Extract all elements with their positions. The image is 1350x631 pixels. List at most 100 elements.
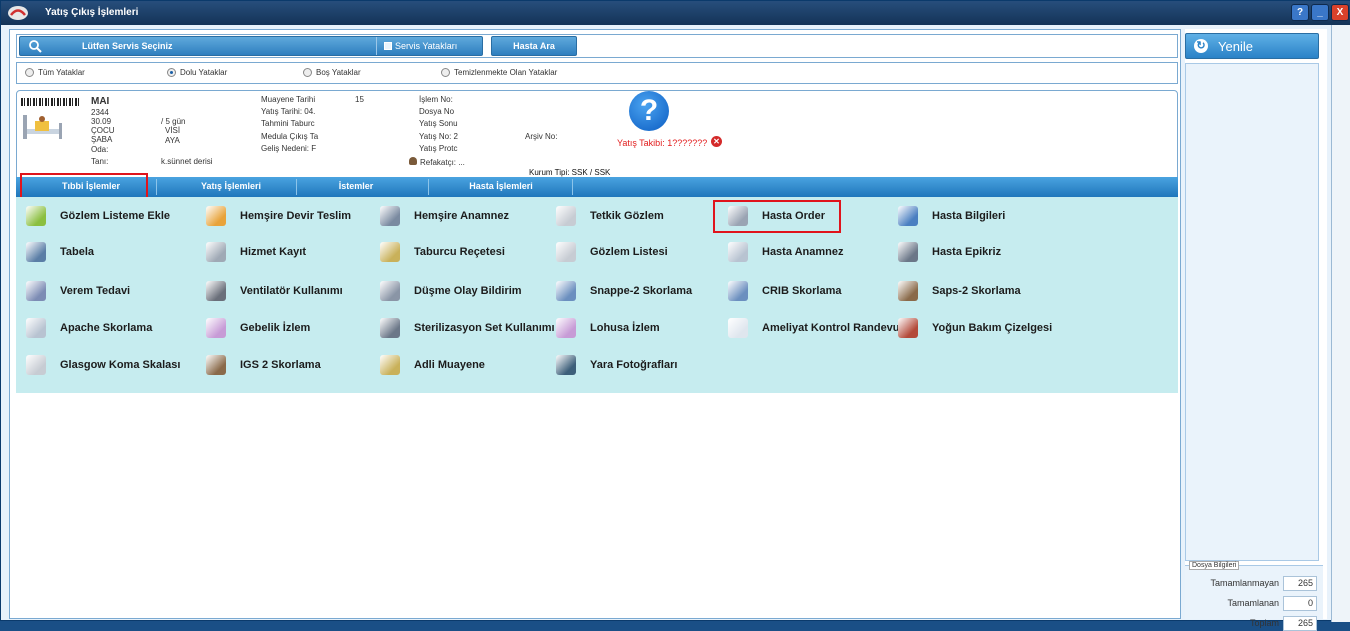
action-sterilizasyon-set-kullan-m-[interactable]: Sterilizasyon Set Kullanımı — [380, 317, 555, 339]
servis-yataklari-label: Servis Yatakları — [395, 41, 458, 51]
action-ventilat-r-kullan-m-[interactable]: Ventilatör Kullanımı — [206, 280, 343, 302]
clock-icon — [728, 318, 748, 338]
radio-temizlenmekte[interactable]: Temizlenmekte Olan Yataklar — [441, 68, 557, 77]
radio-bos-yataklar[interactable]: Boş Yataklar — [303, 68, 361, 77]
service-select-label: Lütfen Servis Seçiniz — [82, 41, 173, 51]
action-tabela[interactable]: Tabela — [26, 241, 94, 263]
action-saps-2-skorlama[interactable]: Saps-2 Skorlama — [898, 280, 1021, 302]
action-label: Hasta Anamnez — [762, 246, 844, 258]
service-select-button[interactable]: Lütfen Servis Seçiniz Servis Yatakları — [19, 36, 483, 56]
tab-istemler[interactable]: İstemler — [316, 181, 396, 191]
tahmini-taburcu-label: Tahmini Taburc — [261, 119, 315, 128]
dosya-bilgileri-title: Dosya Bilgileri — [1189, 561, 1240, 570]
patient-info-icon — [898, 206, 918, 226]
action-label: Lohusa İzlem — [590, 322, 660, 334]
action-hasta-epikriz[interactable]: Hasta Epikriz — [898, 241, 1001, 263]
action-d-me-olay-bildirim[interactable]: Düşme Olay Bildirim — [380, 280, 522, 302]
dosya-row-value: 265 — [1283, 616, 1317, 631]
action-apache-skorlama[interactable]: Apache Skorlama — [26, 317, 152, 339]
person-icon — [409, 157, 417, 165]
close-button[interactable]: X — [1331, 4, 1349, 21]
action-gebelik-i-zlem[interactable]: Gebelik İzlem — [206, 317, 310, 339]
table-icon — [26, 242, 46, 262]
action-hasta-bilgileri[interactable]: Hasta Bilgileri — [898, 205, 1005, 227]
dosya-no-label: Dosya No — [419, 107, 455, 116]
action-hasta-anamnez[interactable]: Hasta Anamnez — [728, 241, 844, 263]
action-glasgow-koma-skalas-[interactable]: Glasgow Koma Skalası — [26, 354, 180, 376]
help-question-icon[interactable]: ? — [629, 91, 669, 131]
yatis-sonu-label: Yatış Sonu — [419, 119, 458, 128]
action-g-zlem-listeme-ekle[interactable]: Gözlem Listeme Ekle — [26, 205, 170, 227]
apache-icon — [26, 318, 46, 338]
action-label: Saps-2 Skorlama — [932, 285, 1021, 297]
action-label: Hasta Epikriz — [932, 246, 1002, 258]
icu-chart-icon — [898, 318, 918, 338]
action-ameliyat-kontrol-randevu[interactable]: Ameliyat Kontrol Randevu — [728, 317, 900, 339]
action-yara-foto-raflar-[interactable]: Yara Fotoğrafları — [556, 354, 677, 376]
window-title: Yatış Çıkış İşlemleri — [45, 7, 139, 18]
radio-label: Boş Yataklar — [316, 68, 361, 77]
radio-icon — [25, 68, 34, 77]
tab-yatis-islemleri[interactable]: Yatış İşlemleri — [176, 181, 286, 191]
list-icon — [556, 242, 576, 262]
radio-dolu-yataklar[interactable]: Dolu Yataklar — [167, 68, 227, 77]
postpartum-icon — [556, 318, 576, 338]
action-igs-2-skorlama[interactable]: IGS 2 Skorlama — [206, 354, 321, 376]
dosya-bilgileri-group: Dosya Bilgileri Tamamlanmayan 265 Tamamla… — [1185, 561, 1323, 631]
patient-status-2: ŞABA — [91, 135, 113, 144]
window-scrollbar[interactable] — [1331, 25, 1350, 622]
action-adli-muayene[interactable]: Adli Muayene — [380, 354, 485, 376]
action-hem-ire-anamnez[interactable]: Hemşire Anamnez — [380, 205, 509, 227]
tab-separator — [428, 179, 429, 195]
action-label: Sterilizasyon Set Kullanımı — [414, 322, 555, 334]
separator — [376, 37, 377, 55]
score-icon — [556, 281, 576, 301]
visi-value: VİSİ — [165, 126, 181, 135]
action-grid: Gözlem Listeme Ekle Hemşire Devir Teslim H… — [16, 197, 1178, 393]
pregnancy-icon — [206, 318, 226, 338]
action-verem-tedavi[interactable]: Verem Tedavi — [26, 280, 130, 302]
tab-separator — [296, 179, 297, 195]
action-label: Yara Fotoğrafları — [590, 359, 678, 371]
minimize-button[interactable]: _ — [1311, 4, 1329, 21]
refresh-button[interactable]: ↻ Yenile — [1185, 33, 1319, 59]
yatis-tarihi-label: Yatış Tarihi: 04. — [261, 107, 316, 116]
add-list-icon — [26, 206, 46, 226]
patient-card[interactable]: MAI 2344 30.09 ÇOCU ŞABA Oda: Tanı: k.sü… — [16, 90, 1178, 186]
action-g-zlem-listesi[interactable]: Gözlem Listesi — [556, 241, 668, 263]
action-snappe-2-skorlama[interactable]: Snappe-2 Skorlama — [556, 280, 692, 302]
radio-label: Dolu Yataklar — [180, 68, 228, 77]
servis-yataklari-checkbox[interactable]: Servis Yatakları — [384, 41, 457, 51]
tani-label: Tanı: — [91, 157, 109, 166]
action-label: Snappe-2 Skorlama — [590, 285, 693, 297]
action-label: Verem Tedavi — [60, 285, 131, 297]
checkbox-icon — [384, 42, 392, 50]
side-panel: ↻ Yenile Dosya Bilgileri Tamamlanmayan 26… — [1185, 29, 1327, 631]
radio-label: Tüm Yataklar — [38, 68, 85, 77]
cancel-x-icon[interactable]: ✕ — [711, 136, 722, 147]
dosya-row-label: Tamamlanmayan — [1210, 578, 1279, 588]
action-taburcu-re-etesi[interactable]: Taburcu Reçetesi — [380, 241, 505, 263]
hasta-ara-button[interactable]: Hasta Ara — [491, 36, 577, 56]
radio-tum-yataklar[interactable]: Tüm Yataklar — [25, 68, 85, 77]
action-tetkik-g-zlem[interactable]: Tetkik Gözlem — [556, 205, 664, 227]
islem-no-label: İşlem No: — [419, 95, 453, 104]
refresh-icon: ↻ — [1194, 39, 1208, 53]
action-label: Tetkik Gözlem — [590, 210, 664, 222]
action-label: Hasta Bilgileri — [932, 210, 1006, 222]
camera-icon — [556, 355, 576, 375]
prescription-icon — [380, 242, 400, 262]
help-button[interactable]: ? — [1291, 4, 1309, 21]
action-lohusa-i-zlem[interactable]: Lohusa İzlem — [556, 317, 660, 339]
action-hem-ire-devir-teslim[interactable]: Hemşire Devir Teslim — [206, 205, 351, 227]
refresh-label: Yenile — [1218, 39, 1253, 54]
action-label: Hizmet Kayıt — [240, 246, 307, 258]
action-crib-skorlama[interactable]: CRIB Skorlama — [728, 280, 841, 302]
side-list[interactable] — [1185, 63, 1319, 561]
action-label: Taburcu Reçetesi — [414, 246, 505, 258]
tab-hasta-islemleri[interactable]: Hasta İşlemleri — [446, 181, 556, 191]
action-hizmet-kay-t[interactable]: Hizmet Kayıt — [206, 241, 306, 263]
bed-icon — [23, 115, 62, 139]
handover-icon — [206, 206, 226, 226]
action-yo-un-bak-m-izelgesi[interactable]: Yoğun Bakım Çizelgesi — [898, 317, 1052, 339]
